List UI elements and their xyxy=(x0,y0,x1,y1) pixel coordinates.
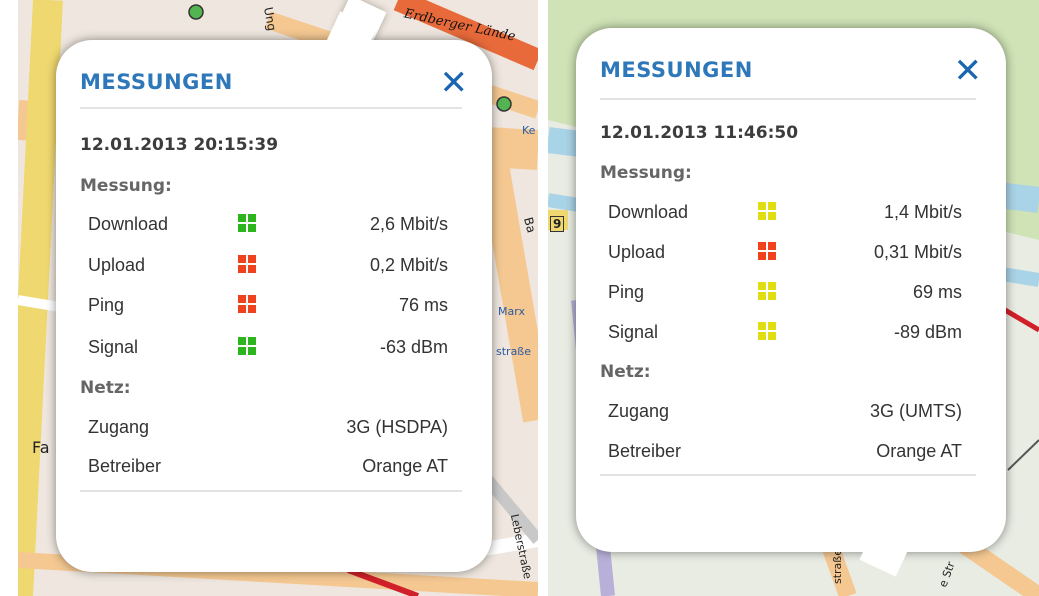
metric-value: 76 ms xyxy=(398,295,448,315)
metric-label: Ping xyxy=(88,295,125,315)
metric-label: Upload xyxy=(608,242,666,262)
quality-indicator-icon xyxy=(758,202,776,220)
close-icon[interactable]: ✕ xyxy=(440,66,469,100)
metric-label: Download xyxy=(608,202,689,222)
map-label: Ba xyxy=(521,215,538,235)
map-label: Fa xyxy=(32,438,50,457)
metric-value: 0,2 Mbit/s xyxy=(369,255,448,275)
metric-row-signal: Signal -89 dBm xyxy=(608,320,962,348)
close-icon[interactable]: ✕ xyxy=(954,54,983,88)
quality-indicator-icon xyxy=(758,322,776,340)
network-value: Orange AT xyxy=(362,456,448,476)
quality-indicator-icon xyxy=(238,214,256,232)
network-row-access: Zugang 3G (HSDPA) xyxy=(88,415,448,443)
metric-value: 1,4 Mbit/s xyxy=(883,202,962,222)
network-label: Zugang xyxy=(88,417,150,437)
network-value: Orange AT xyxy=(876,441,962,461)
divider xyxy=(80,490,462,492)
metric-value: 0,31 Mbit/s xyxy=(873,242,962,262)
popup-title: MESSUNGEN xyxy=(80,70,233,94)
network-row-operator: Betreiber Orange AT xyxy=(88,454,448,482)
network-label: Zugang xyxy=(608,401,670,421)
quality-indicator-icon xyxy=(238,337,256,355)
map-label: Ke xyxy=(522,124,536,137)
divider xyxy=(600,98,976,100)
measurement-timestamp: 12.01.2013 20:15:39 xyxy=(80,135,279,155)
divider xyxy=(600,474,976,476)
section-network: Netz: xyxy=(600,362,651,382)
network-row-operator: Betreiber Orange AT xyxy=(608,439,962,467)
metric-row-download: Download 2,6 Mbit/s xyxy=(88,212,448,240)
measurement-popup: MESSUNGEN ✕ 12.01.2013 20:15:39 Messung:… xyxy=(56,11,492,572)
metric-value: 69 ms xyxy=(912,282,962,302)
metric-row-upload: Upload 0,31 Mbit/s xyxy=(608,240,962,268)
metric-row-download: Download 1,4 Mbit/s xyxy=(608,200,962,228)
metric-value: 2,6 Mbit/s xyxy=(369,214,448,234)
metric-label: Signal xyxy=(88,337,139,357)
measurement-popup: MESSUNGEN ✕ 12.01.2013 11:46:50 Messung:… xyxy=(576,28,1006,577)
map-label: straße xyxy=(831,548,845,585)
metric-row-ping: Ping 69 ms xyxy=(608,280,962,308)
metric-label: Download xyxy=(88,214,169,234)
metric-row-signal: Signal -63 dBm xyxy=(88,335,448,363)
metric-label: Ping xyxy=(608,282,645,302)
map-panel-right[interactable]: 9 straße e Str MESSUNGEN ✕ 12.01.2013 11… xyxy=(548,0,1039,596)
popup-title: MESSUNGEN xyxy=(600,58,753,82)
divider xyxy=(80,107,462,109)
network-value: 3G (HSDPA) xyxy=(346,417,448,437)
metric-value: -89 dBm xyxy=(893,322,962,342)
network-label: Betreiber xyxy=(88,456,162,476)
network-row-access: Zugang 3G (UMTS) xyxy=(608,399,962,427)
metric-row-upload: Upload 0,2 Mbit/s xyxy=(88,253,448,281)
network-value: 3G (UMTS) xyxy=(870,401,962,421)
quality-indicator-icon xyxy=(238,255,256,273)
measurement-timestamp: 12.01.2013 11:46:50 xyxy=(600,123,799,143)
map-label: 9 xyxy=(550,216,565,232)
section-measurement: Messung: xyxy=(80,176,172,196)
metric-value: -63 dBm xyxy=(379,337,448,357)
metric-label: Upload xyxy=(88,255,146,275)
quality-indicator-icon xyxy=(238,295,256,313)
map-label: Marx xyxy=(498,305,525,318)
map-panel-left[interactable]: Erdberger Lände Ung Ke Ba Marx straße Fa… xyxy=(18,0,538,596)
metric-label: Signal xyxy=(608,322,659,342)
map-label: straße xyxy=(496,345,532,358)
metric-row-ping: Ping 76 ms xyxy=(88,293,448,321)
quality-indicator-icon xyxy=(758,242,776,260)
quality-indicator-icon xyxy=(758,282,776,300)
section-network: Netz: xyxy=(80,378,131,398)
network-label: Betreiber xyxy=(608,441,682,461)
section-measurement: Messung: xyxy=(600,163,692,183)
